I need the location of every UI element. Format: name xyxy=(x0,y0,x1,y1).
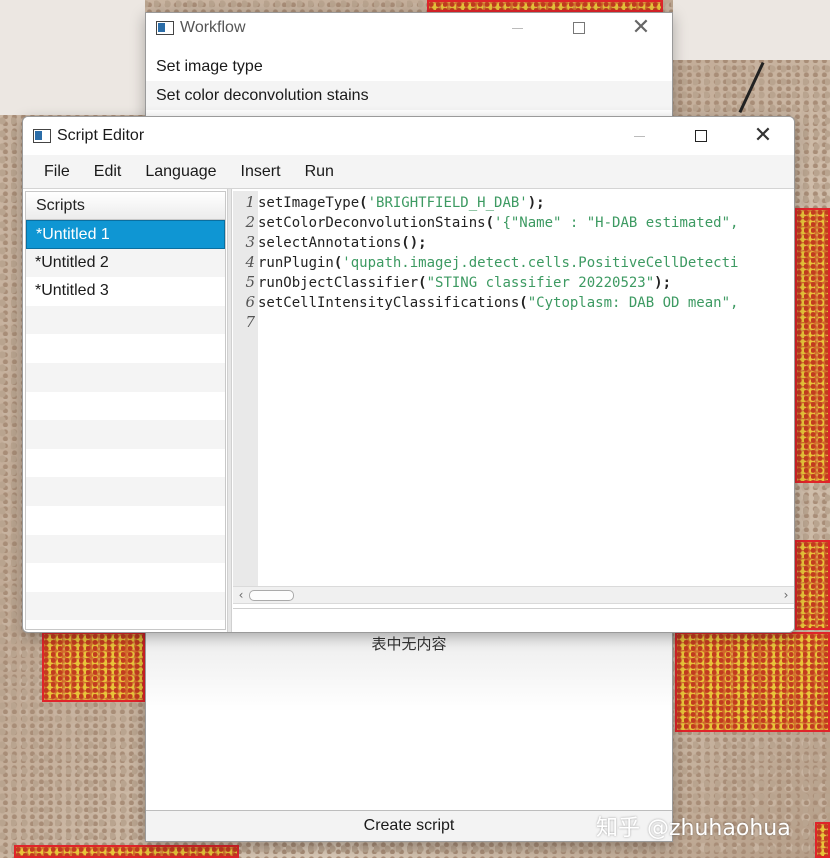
menu-insert[interactable]: Insert xyxy=(241,163,281,181)
code-function: setCellIntensityClassifications xyxy=(258,295,520,311)
editor-titlebar[interactable]: Script Editor ✕ xyxy=(23,117,794,155)
code-line[interactable]: 3 selectAnnotations(); xyxy=(233,232,427,252)
annotation-region xyxy=(795,540,830,630)
scripts-header: Scripts xyxy=(26,192,225,220)
script-editor-window: Script Editor ✕ File Edit Language Inser… xyxy=(22,116,795,633)
console-output-area[interactable] xyxy=(233,608,794,632)
line-number: 3 xyxy=(245,233,255,251)
empty-row xyxy=(26,334,225,363)
code-tail: ); xyxy=(527,195,545,211)
editor-body: Scripts *Untitled 1 *Untitled 2 *Untitle… xyxy=(23,189,794,632)
code-function: runObjectClassifier xyxy=(258,275,419,291)
editor-title: Script Editor xyxy=(57,127,145,144)
horizontal-scrollbar[interactable]: ‹ › xyxy=(233,586,794,604)
scroll-right-icon[interactable]: › xyxy=(779,587,793,603)
script-item-untitled-3[interactable]: *Untitled 3 xyxy=(26,277,225,306)
app-icon xyxy=(156,21,174,35)
line-number: 1 xyxy=(245,193,255,211)
script-item-untitled-1[interactable]: *Untitled 1 xyxy=(26,220,225,249)
annotation-region xyxy=(815,822,830,858)
empty-row xyxy=(26,392,225,421)
menu-edit[interactable]: Edit xyxy=(94,163,122,181)
scroll-left-icon[interactable]: ‹ xyxy=(234,587,248,603)
watermark: 知乎 @zhuhaohua xyxy=(596,816,791,841)
code-function: runPlugin xyxy=(258,255,334,271)
code-function: setColorDeconvolutionStains xyxy=(258,215,486,231)
code-string: "STING classifier 20220523" xyxy=(426,275,655,291)
code-tail: ); xyxy=(409,235,427,251)
code-editor[interactable]: 1 setImageType('BRIGHTFIELD_H_DAB'); 2 set… xyxy=(233,191,794,586)
line-number: 4 xyxy=(245,253,255,271)
empty-row xyxy=(26,591,225,621)
empty-row xyxy=(26,449,225,478)
slide-blank-region xyxy=(673,0,830,60)
code-string: '{"Name" : "H-DAB estimated", xyxy=(494,215,739,231)
workflow-step[interactable]: Set color deconvolution stains xyxy=(146,81,672,110)
code-function: setImageType xyxy=(258,195,360,211)
empty-row xyxy=(26,563,225,592)
scrollbar-thumb[interactable] xyxy=(249,590,294,601)
code-string: 'BRIGHTFIELD_H_DAB' xyxy=(367,195,528,211)
menu-language[interactable]: Language xyxy=(145,163,216,181)
code-string: "Cytoplasm: DAB OD mean", xyxy=(527,295,739,311)
line-number: 2 xyxy=(245,213,255,231)
menu-file[interactable]: File xyxy=(44,163,70,181)
annotation-region xyxy=(675,632,830,732)
workflow-title: Workflow xyxy=(180,19,246,36)
create-script-button[interactable]: Create script xyxy=(146,810,672,841)
annotation-region xyxy=(42,632,145,702)
workflow-empty-table: 表中无内容 xyxy=(146,633,672,808)
empty-row xyxy=(26,506,225,535)
code-line[interactable]: 5 runObjectClassifier("STING classifier 2… xyxy=(233,272,671,292)
close-icon[interactable]: ✕ xyxy=(610,13,672,43)
annotation-region xyxy=(795,208,830,483)
empty-row xyxy=(26,477,225,506)
slide-blank-region xyxy=(0,0,145,115)
code-line[interactable]: 4 runPlugin('qupath.imagej.detect.cells.P… xyxy=(233,252,738,272)
code-function: selectAnnotations xyxy=(258,235,402,251)
code-line[interactable]: 6 setCellIntensityClassifications("Cytopl… xyxy=(233,292,738,312)
workflow-step-list: Set image type Set color deconvolution s… xyxy=(146,52,672,110)
scripts-list: Scripts *Untitled 1 *Untitled 2 *Untitle… xyxy=(25,191,226,630)
line-number: 6 xyxy=(245,293,255,311)
empty-table-text: 表中无内容 xyxy=(371,635,447,653)
menu-bar: File Edit Language Insert Run xyxy=(23,155,794,189)
menu-run[interactable]: Run xyxy=(305,163,334,181)
line-number: 5 xyxy=(245,273,255,291)
code-line[interactable]: 7 xyxy=(233,312,258,332)
empty-row xyxy=(26,420,225,449)
minimize-icon[interactable] xyxy=(486,13,548,43)
close-icon[interactable]: ✕ xyxy=(732,117,794,155)
panel-splitter[interactable] xyxy=(227,189,232,632)
annotation-region xyxy=(427,0,663,12)
annotation-region xyxy=(14,845,239,858)
script-item-untitled-2[interactable]: *Untitled 2 xyxy=(26,248,225,278)
workflow-step[interactable]: Set image type xyxy=(146,52,672,81)
empty-row xyxy=(26,620,225,629)
code-tail: ); xyxy=(654,275,672,291)
code-string: 'qupath.imagej.detect.cells.PositiveCell… xyxy=(342,255,739,271)
line-number: 7 xyxy=(245,313,255,331)
app-icon xyxy=(33,129,51,143)
empty-row xyxy=(26,305,225,335)
maximize-icon[interactable] xyxy=(670,117,732,155)
minimize-icon[interactable] xyxy=(608,117,670,155)
workflow-titlebar[interactable]: Workflow ✕ xyxy=(146,13,672,43)
code-line[interactable]: 2 setColorDeconvolutionStains('{"Name" : … xyxy=(233,212,738,232)
empty-row xyxy=(26,534,225,564)
maximize-icon[interactable] xyxy=(548,13,610,43)
empty-row xyxy=(26,362,225,392)
code-line[interactable]: 1 setImageType('BRIGHTFIELD_H_DAB'); xyxy=(233,192,545,212)
